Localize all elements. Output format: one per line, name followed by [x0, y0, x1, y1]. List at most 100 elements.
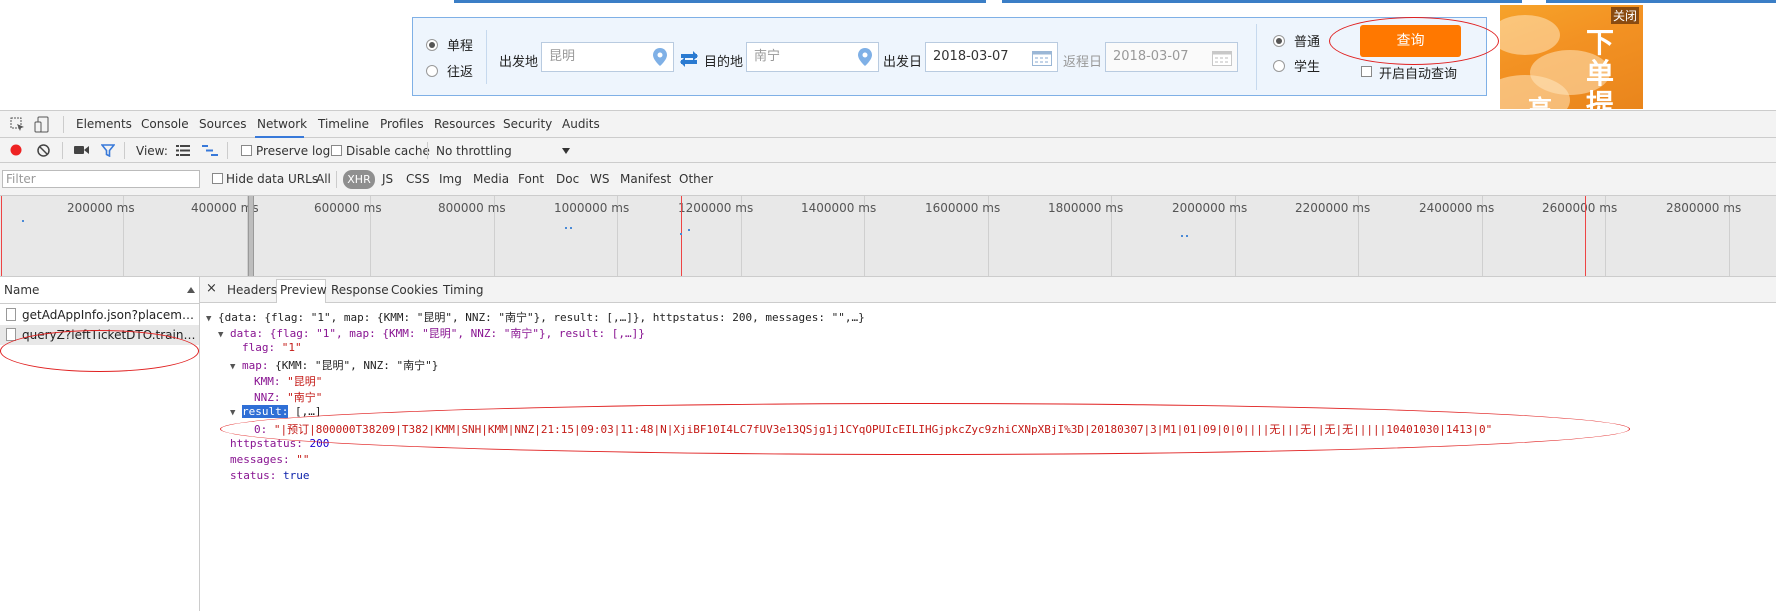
ticket-normal-radio[interactable]: [1273, 35, 1285, 47]
large-rows-icon[interactable]: [176, 145, 190, 156]
preserve-log-label: Preserve log: [256, 144, 331, 158]
divider: [1256, 24, 1257, 90]
expand-triangle-icon[interactable]: ▼: [230, 408, 235, 418]
view-label: View:: [136, 144, 168, 158]
json-flag-row: flag: "1": [242, 341, 302, 354]
filter-type-css[interactable]: CSS: [406, 172, 430, 186]
depart-date-label: 出发日: [883, 55, 923, 70]
detail-tab-headers[interactable]: Headers: [227, 283, 277, 297]
network-overview-timeline[interactable]: 200000 ms 400000 ms 600000 ms 800000 ms …: [0, 196, 1776, 277]
json-key: KMM:: [254, 375, 281, 388]
close-detail-icon[interactable]: ×: [206, 281, 217, 296]
tab-sources[interactable]: Sources: [199, 117, 246, 131]
json-messages-row: messages: "": [230, 453, 309, 466]
return-date-input[interactable]: 2018-03-07: [1105, 42, 1238, 72]
ad-banner[interactable]: 关闭 下 单 提 高: [1500, 5, 1643, 109]
expand-triangle-icon[interactable]: ▼: [206, 314, 211, 324]
timeline-selection-handle[interactable]: [248, 196, 254, 276]
top-strip: [0, 0, 1776, 4]
network-filter-bar: Filter Hide data URLs All XHR JS CSS Img…: [0, 163, 1776, 196]
from-station-input[interactable]: 昆明: [541, 42, 674, 72]
record-icon[interactable]: [10, 144, 22, 156]
json-data-row[interactable]: ▼ data: {flag: "1", map: {KMM: "昆明", NNZ…: [218, 325, 645, 341]
filter-icon[interactable]: [101, 144, 115, 157]
one-way-radio[interactable]: [426, 39, 438, 51]
detail-tab-timing[interactable]: Timing: [443, 283, 484, 297]
json-map-summary: {KMM: "昆明", NNZ: "南宁"}: [275, 359, 439, 372]
divider: [124, 142, 125, 159]
filter-type-manifest[interactable]: Manifest: [620, 172, 671, 186]
annotation-ellipse: [0, 330, 199, 372]
name-column-header[interactable]: Name: [4, 283, 39, 297]
detail-tab-response[interactable]: Response: [331, 283, 389, 297]
auto-query-checkbox[interactable]: [1361, 66, 1372, 77]
filter-type-other[interactable]: Other: [679, 172, 713, 186]
sort-ascending-icon[interactable]: [187, 287, 195, 293]
return-date-value: 2018-03-07: [1113, 49, 1189, 64]
tab-elements[interactable]: Elements: [76, 117, 132, 131]
waterfall-overview-icon[interactable]: [202, 145, 218, 156]
filter-type-js[interactable]: JS: [382, 172, 393, 186]
inspect-element-icon[interactable]: [10, 117, 25, 132]
expand-triangle-icon[interactable]: ▼: [230, 362, 235, 372]
timeline-tick-label: 600000 ms: [314, 201, 382, 215]
ad-cloud: [1500, 15, 1560, 55]
json-key-selected: result:: [242, 405, 289, 418]
location-pin-icon: [653, 48, 667, 66]
to-station-value: 南宁: [754, 49, 781, 64]
json-root-row[interactable]: ▼ {data: {flag: "1", map: {KMM: "昆明", NN…: [206, 309, 865, 325]
detail-tab-preview[interactable]: Preview: [280, 283, 327, 297]
filter-type-doc[interactable]: Doc: [556, 172, 579, 186]
filter-type-xhr[interactable]: XHR: [343, 170, 375, 189]
tab-security[interactable]: Security: [503, 117, 552, 131]
json-nnz-row: NNZ: "南宁": [254, 389, 322, 405]
tab-audits[interactable]: Audits: [562, 117, 600, 131]
from-station-value: 昆明: [549, 49, 576, 64]
json-value: "": [296, 453, 310, 466]
json-root-summary: {data: {flag: "1", map: {KMM: "昆明", NNZ:…: [218, 311, 865, 324]
depart-date-input[interactable]: 2018-03-07: [925, 42, 1058, 72]
ad-close-button[interactable]: 关闭: [1610, 7, 1639, 24]
calendar-icon[interactable]: [1032, 49, 1052, 66]
timeline-request-dot: [22, 220, 24, 222]
tab-network[interactable]: Network: [257, 117, 307, 131]
clear-icon[interactable]: [37, 144, 50, 157]
device-mode-icon[interactable]: [34, 116, 50, 133]
swap-stations-icon[interactable]: [680, 51, 698, 67]
request-row[interactable]: getAdAppInfo.json?placement...: [0, 305, 199, 325]
throttling-select[interactable]: No throttling: [434, 141, 574, 159]
disable-cache-label: Disable cache: [346, 144, 430, 158]
divider: [486, 30, 487, 84]
calendar-icon[interactable]: [1212, 49, 1232, 66]
filter-type-img[interactable]: Img: [439, 172, 462, 186]
ticket-student-radio[interactable]: [1273, 60, 1285, 72]
filter-type-all[interactable]: All: [316, 172, 331, 186]
disable-cache-checkbox[interactable]: [331, 145, 342, 156]
timeline-tick-label: 1200000 ms: [678, 201, 754, 215]
tab-timeline[interactable]: Timeline: [318, 117, 369, 131]
tab-resources[interactable]: Resources: [434, 117, 495, 131]
timeline-request-dot: [688, 229, 690, 231]
filter-input[interactable]: Filter: [2, 170, 200, 188]
json-value: true: [282, 469, 310, 482]
expand-triangle-icon[interactable]: ▼: [218, 330, 223, 340]
timeline-tick-label: 2000000 ms: [1172, 201, 1248, 215]
json-key: flag:: [242, 341, 276, 354]
preserve-log-checkbox[interactable]: [241, 145, 252, 156]
filter-type-font[interactable]: Font: [518, 172, 544, 186]
timeline-tick-label: 1600000 ms: [925, 201, 1001, 215]
video-camera-icon[interactable]: [74, 145, 89, 155]
tab-profiles[interactable]: Profiles: [380, 117, 424, 131]
json-key: messages:: [230, 453, 290, 466]
depart-date-value: 2018-03-07: [933, 49, 1009, 64]
to-station-input[interactable]: 南宁: [746, 42, 879, 72]
hide-data-urls-checkbox[interactable]: [212, 173, 223, 184]
filter-type-media[interactable]: Media: [473, 172, 509, 186]
json-map-row[interactable]: ▼ map: {KMM: "昆明", NNZ: "南宁"}: [230, 357, 438, 373]
detail-tab-cookies[interactable]: Cookies: [391, 283, 438, 297]
round-trip-radio[interactable]: [426, 65, 438, 77]
filter-type-ws[interactable]: WS: [590, 172, 609, 186]
request-list-header[interactable]: Name: [0, 277, 199, 304]
divider: [336, 171, 337, 188]
tab-console[interactable]: Console: [141, 117, 189, 131]
